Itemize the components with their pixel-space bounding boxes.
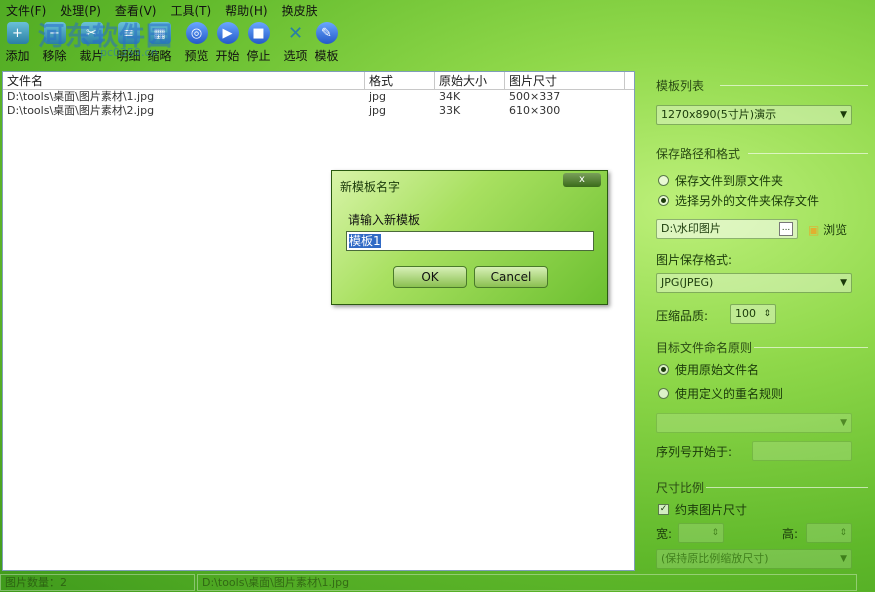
status-path: D:\tools\桌面\图片素材\1.jpg: [197, 574, 857, 591]
status-count: 图片数量：2: [0, 574, 195, 591]
stop-button-label: 停止: [246, 49, 271, 63]
column-filename[interactable]: 文件名: [3, 72, 365, 89]
chevron-down-icon: ▼: [840, 278, 847, 288]
width-stepper[interactable]: ⇕: [678, 523, 724, 543]
preview-button[interactable]: ◎ 预览: [181, 22, 212, 66]
radio-save-other-label: 选择另外的文件夹保存文件: [675, 194, 820, 208]
constrain-size-checkbox[interactable]: ✓ 约束图片尺寸: [658, 501, 747, 518]
radio-use-original-label: 使用原始文件名: [675, 363, 760, 377]
radio-dot: [658, 175, 669, 186]
path-picker-button[interactable]: ...: [779, 222, 793, 236]
radio-custom-naming[interactable]: 使用定义的重名规则: [658, 385, 783, 402]
stepper-arrows-icon: ⇕: [839, 528, 847, 538]
height-label: 高:: [782, 527, 799, 541]
stop-icon: ■: [247, 22, 270, 44]
ok-button[interactable]: OK: [393, 266, 467, 288]
template-button-label: 模板: [314, 49, 339, 63]
radio-dot: [658, 388, 669, 399]
menu-tools[interactable]: 工具(T): [170, 2, 211, 19]
options-button-label: 选项: [283, 49, 308, 63]
format-select[interactable]: JPG(JPEG) ▼: [656, 273, 852, 293]
save-path-field[interactable]: D:\水印图片...: [656, 219, 798, 239]
path-format-title: 保存路径和格式: [656, 147, 741, 161]
add-button[interactable]: + 添加: [2, 22, 33, 66]
cell-filename: D:\tools\桌面\图片素材\2.jpg: [7, 104, 155, 117]
ratio-select-value: (保持原比例缩放尺寸): [661, 552, 769, 565]
add-icon: +: [6, 22, 29, 44]
chevron-down-icon: ▼: [840, 554, 847, 564]
sequence-start-input[interactable]: [752, 441, 852, 461]
start-button[interactable]: ▶ 开始: [212, 22, 243, 66]
dialog-title: 新模板名字: [340, 180, 401, 194]
constrain-size-label: 约束图片尺寸: [675, 503, 748, 517]
chevron-down-icon: ▼: [840, 418, 847, 428]
start-button-label: 开始: [215, 49, 240, 63]
table-row[interactable]: D:\tools\桌面\图片素材\2.jpg jpg 33K 610×300: [3, 104, 634, 118]
column-image-size[interactable]: 图片尺寸: [505, 72, 625, 89]
cell-size: 34K: [439, 90, 461, 103]
size-ratio-title: 尺寸比例: [656, 481, 705, 495]
table-row[interactable]: D:\tools\桌面\图片素材\1.jpg jpg 34K 500×337: [3, 90, 634, 104]
radio-save-original-label: 保存文件到原文件夹: [675, 174, 784, 188]
radio-dot: [658, 364, 669, 375]
template-list-title: 模板列表: [656, 79, 705, 93]
preview-icon: ◎: [185, 22, 208, 44]
preview-button-label: 预览: [184, 49, 209, 63]
column-format[interactable]: 格式: [365, 72, 435, 89]
menu-help[interactable]: 帮助(H): [225, 2, 267, 19]
file-list[interactable]: 文件名 格式 原始大小 图片尺寸 D:\tools\桌面\图片素材\1.jpg …: [2, 71, 635, 571]
radio-dot: [658, 195, 669, 206]
format-label: 图片保存格式:: [656, 253, 733, 267]
quality-value: 100: [735, 307, 756, 320]
close-icon[interactable]: x: [563, 173, 601, 187]
cancel-button[interactable]: Cancel: [474, 266, 548, 288]
template-select[interactable]: 1270x890(5寸片)演示 ▼: [656, 105, 852, 125]
browse-button[interactable]: ▣ 浏览: [808, 221, 847, 238]
template-select-value: 1270x890(5寸片)演示: [661, 108, 777, 121]
cell-format: jpg: [369, 90, 387, 103]
options-icon: ✕: [287, 22, 304, 44]
cell-filename: D:\tools\桌面\图片素材\1.jpg: [7, 90, 155, 103]
stepper-arrows-icon: ⇕: [763, 309, 771, 319]
template-button[interactable]: ✎ 模板: [311, 22, 342, 66]
stop-button[interactable]: ■ 停止: [243, 22, 274, 66]
folder-icon: ▣: [808, 223, 820, 237]
template-name-input[interactable]: 模板1: [346, 231, 594, 251]
save-path-value: D:\水印图片: [661, 222, 721, 235]
file-list-header: 文件名 格式 原始大小 图片尺寸: [3, 72, 634, 90]
cell-dims: 610×300: [509, 104, 561, 117]
site-watermark-url: pc0359.cn: [100, 46, 158, 59]
quality-stepper[interactable]: 100 ⇕: [730, 304, 776, 324]
ratio-select[interactable]: (保持原比例缩放尺寸) ▼: [656, 549, 852, 569]
format-select-value: JPG(JPEG): [661, 276, 714, 289]
radio-custom-label: 使用定义的重名规则: [675, 387, 784, 401]
settings-panel: 模板列表 1270x890(5寸片)演示 ▼ 保存路径和格式 保存文件到原文件夹 …: [640, 71, 872, 571]
template-icon: ✎: [315, 22, 338, 44]
radio-save-other[interactable]: 选择另外的文件夹保存文件: [658, 192, 819, 209]
naming-rule-select[interactable]: ▼: [656, 413, 852, 433]
dialog-prompt: 请输入新模板: [348, 213, 421, 227]
template-name-value: 模板1: [349, 234, 381, 248]
browse-label: 浏览: [823, 223, 848, 237]
cell-format: jpg: [369, 104, 387, 117]
sequence-label: 序列号开始于:: [656, 445, 733, 459]
options-button[interactable]: ✕ 选项: [280, 22, 311, 66]
column-original-size[interactable]: 原始大小: [435, 72, 505, 89]
add-button-label: 添加: [5, 49, 30, 63]
height-stepper[interactable]: ⇕: [806, 523, 852, 543]
radio-save-original[interactable]: 保存文件到原文件夹: [658, 172, 783, 189]
new-template-dialog: 新模板名字 x 请输入新模板 模板1 OK Cancel: [331, 170, 608, 305]
width-label: 宽:: [656, 527, 673, 541]
cell-size: 33K: [439, 104, 461, 117]
play-icon: ▶: [216, 22, 239, 44]
menu-skin[interactable]: 换皮肤: [282, 2, 318, 19]
checkbox-box: ✓: [658, 504, 669, 515]
stepper-arrows-icon: ⇕: [711, 528, 719, 538]
cell-dims: 500×337: [509, 90, 561, 103]
naming-title: 目标文件命名原则: [656, 341, 753, 355]
chevron-down-icon: ▼: [840, 110, 847, 120]
quality-label: 压缩品质:: [656, 309, 709, 323]
status-bar: 图片数量：2 D:\tools\桌面\图片素材\1.jpg: [0, 573, 875, 592]
radio-use-original-name[interactable]: 使用原始文件名: [658, 361, 759, 378]
